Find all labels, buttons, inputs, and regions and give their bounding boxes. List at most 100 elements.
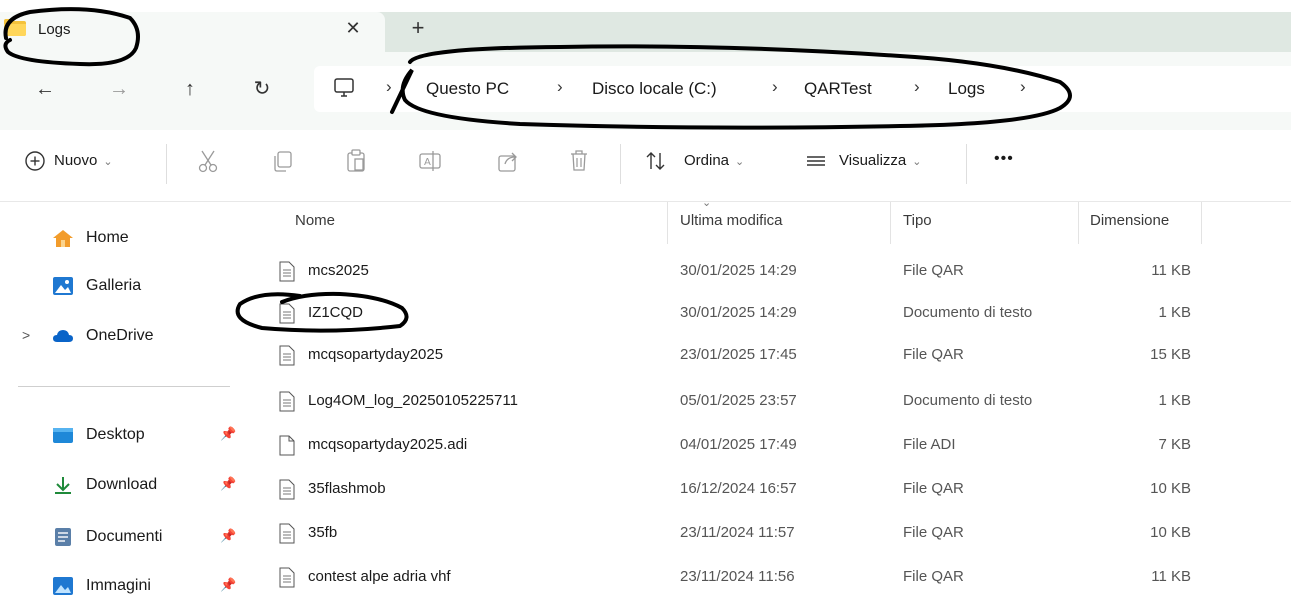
- file-name: mcs2025: [308, 262, 369, 279]
- delete-icon[interactable]: [566, 148, 592, 174]
- column-divider[interactable]: [890, 202, 891, 244]
- copy-icon[interactable]: [270, 148, 296, 174]
- sidebar-item-galleria[interactable]: Galleria: [0, 266, 245, 306]
- pin-icon[interactable]: 📌: [220, 426, 236, 442]
- sidebar-item-onedrive[interactable]: > OneDrive: [0, 316, 245, 356]
- table-row[interactable]: 35flashmob 16/12/2024 16:57 File QAR 10 …: [245, 468, 1291, 510]
- view-label: Visualizza: [839, 152, 907, 169]
- sort-icon: [646, 152, 665, 170]
- download-icon: [55, 477, 71, 494]
- new-label: Nuovo: [54, 152, 98, 169]
- file-size: 7 KB: [1158, 436, 1191, 453]
- sidebar-item-download[interactable]: Download 📌: [0, 465, 245, 505]
- text-file-icon: [279, 523, 295, 544]
- file-name: Log4OM_log_20250105225711: [308, 392, 518, 409]
- chevron-down-icon: ⌄: [912, 156, 922, 168]
- sort-indicator-icon: ⌄: [702, 197, 712, 209]
- file-type: Documento di testo: [903, 392, 1033, 409]
- file-type: File ADI: [903, 436, 956, 453]
- new-tab-button[interactable]: +: [405, 15, 431, 41]
- file-name: IZ1CQD: [308, 304, 364, 321]
- navigation-bar: ← → ↑ ↻ › Questo PC › Disco locale (C:) …: [0, 52, 1291, 130]
- svg-text:A: A: [424, 157, 431, 168]
- column-header-modified[interactable]: Ultima modifica: [680, 212, 783, 229]
- column-header-type[interactable]: Tipo: [903, 212, 932, 229]
- rename-icon[interactable]: A: [417, 148, 443, 174]
- tab-title: Logs: [38, 21, 71, 38]
- table-row[interactable]: IZ1CQD 30/01/2025 14:29 Documento di tes…: [245, 292, 1291, 334]
- address-bar[interactable]: › Questo PC › Disco locale (C:) › QARTes…: [314, 66, 1291, 112]
- sidebar-item-label: Galleria: [86, 277, 142, 294]
- table-row[interactable]: 35fb 23/11/2024 11:57 File QAR 10 KB: [245, 512, 1291, 554]
- tab-logs[interactable]: Logs ✕: [0, 12, 385, 52]
- tab-close-button[interactable]: ✕: [342, 17, 364, 39]
- up-button[interactable]: ↑: [175, 74, 205, 104]
- share-icon[interactable]: [495, 148, 521, 174]
- file-name: mcqsopartyday2025: [308, 346, 444, 363]
- file-modified: 23/11/2024 11:57: [680, 524, 795, 541]
- sidebar-item-immagini[interactable]: Immagini 📌: [0, 566, 245, 606]
- sidebar-item-documenti[interactable]: Documenti 📌: [0, 517, 245, 557]
- text-file-icon: [279, 303, 295, 324]
- column-header-name[interactable]: Nome: [295, 212, 335, 229]
- pin-icon[interactable]: 📌: [220, 476, 236, 492]
- column-divider[interactable]: [1201, 202, 1202, 244]
- breadcrumb-questo-pc[interactable]: Questo PC: [426, 79, 509, 99]
- file-name: mcqsopartyday2025.adi: [308, 436, 468, 453]
- table-row[interactable]: Log4OM_log_20250105225711 05/01/2025 23:…: [245, 380, 1291, 422]
- back-button[interactable]: ←: [30, 74, 60, 104]
- file-name: 35flashmob: [308, 480, 386, 497]
- text-file-icon: [279, 567, 295, 588]
- text-file-icon: [279, 479, 295, 500]
- file-modified: 23/11/2024 11:56: [680, 568, 795, 585]
- file-type: File QAR: [903, 262, 964, 279]
- file-modified: 05/01/2025 23:57: [680, 392, 797, 409]
- table-row[interactable]: mcs2025 30/01/2025 14:29 File QAR 11 KB: [245, 250, 1291, 292]
- sidebar-item-home[interactable]: Home: [0, 218, 245, 258]
- breadcrumb-logs[interactable]: Logs: [948, 79, 985, 99]
- chevron-down-icon: ⌄: [735, 156, 745, 168]
- breadcrumb-disco-locale[interactable]: Disco locale (C:): [592, 79, 717, 99]
- file-modified: 04/01/2025 17:49: [680, 436, 797, 453]
- file-size: 11 KB: [1151, 568, 1191, 585]
- computer-icon: [334, 78, 354, 97]
- cut-icon[interactable]: [195, 148, 221, 174]
- expand-chevron-icon[interactable]: >: [22, 327, 30, 343]
- toolbar-divider: [620, 144, 621, 184]
- blank-file-icon: [279, 435, 295, 456]
- cloud-icon: [53, 330, 73, 342]
- navigation-pane: Home Galleria > OneDrive Desktop 📌 Downl…: [0, 202, 245, 615]
- file-size: 15 KB: [1150, 346, 1191, 363]
- title-bar: Logs ✕ +: [0, 0, 1291, 52]
- file-size: 10 KB: [1150, 524, 1191, 541]
- column-header-size[interactable]: Dimensione: [1090, 212, 1169, 229]
- table-row[interactable]: mcqsopartyday2025.adi 04/01/2025 17:49 F…: [245, 424, 1291, 466]
- pin-icon[interactable]: 📌: [220, 577, 236, 593]
- sidebar-item-desktop[interactable]: Desktop 📌: [0, 415, 245, 455]
- chevron-down-icon: ⌄: [103, 156, 113, 168]
- pictures-icon: [53, 577, 73, 595]
- breadcrumb-separator: ›: [772, 77, 778, 96]
- breadcrumb-separator: ›: [914, 77, 920, 96]
- more-options-button[interactable]: •••: [994, 150, 1014, 168]
- folder-icon: [4, 19, 26, 36]
- documents-icon: [55, 528, 71, 546]
- column-divider[interactable]: [667, 202, 668, 244]
- file-type: File QAR: [903, 524, 964, 541]
- gallery-icon: [53, 277, 73, 295]
- pin-icon[interactable]: 📌: [220, 528, 236, 544]
- sidebar-item-label: Home: [86, 229, 129, 246]
- breadcrumb-qartest[interactable]: QARTest: [804, 79, 872, 99]
- forward-button[interactable]: →: [104, 74, 134, 104]
- table-row[interactable]: contest alpe adria vhf 23/11/2024 11:56 …: [245, 556, 1291, 598]
- file-modified: 30/01/2025 14:29: [680, 262, 797, 279]
- sidebar-divider: [18, 386, 230, 387]
- text-file-icon: [279, 391, 295, 412]
- table-row[interactable]: mcqsopartyday2025 23/01/2025 17:45 File …: [245, 334, 1291, 376]
- home-icon: [53, 230, 73, 247]
- sidebar-item-label: Desktop: [86, 426, 145, 443]
- refresh-button[interactable]: ↻: [247, 74, 277, 104]
- column-divider[interactable]: [1078, 202, 1079, 244]
- file-name: 35fb: [308, 524, 338, 541]
- paste-icon[interactable]: [343, 148, 369, 174]
